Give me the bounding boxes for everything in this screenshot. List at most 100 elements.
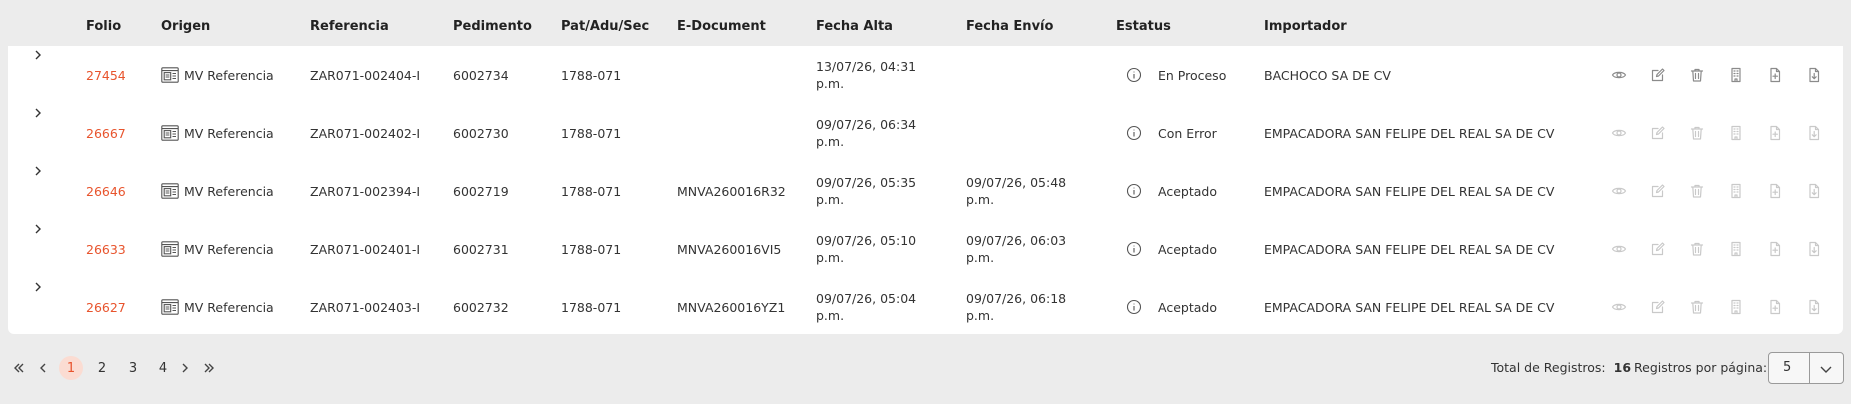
origin-cell: MV Referencia bbox=[161, 46, 274, 104]
edit-button[interactable] bbox=[1649, 66, 1667, 84]
table-row[interactable]: 27454 MV Referencia ZAR071-002404-I 600273… bbox=[8, 46, 1843, 104]
eye-icon bbox=[1611, 187, 1627, 195]
folio-link[interactable]: 26646 bbox=[86, 162, 126, 220]
header-e-document[interactable]: E-Document bbox=[677, 0, 766, 46]
file-plus-button[interactable] bbox=[1766, 182, 1784, 200]
eye-button[interactable] bbox=[1610, 182, 1628, 200]
per-page-select[interactable]: 5 bbox=[1768, 352, 1844, 384]
page-1-button[interactable]: 1 bbox=[59, 356, 83, 380]
e-document-cell: MNVA260016VI5 bbox=[677, 241, 782, 257]
status-text: Aceptado bbox=[1158, 183, 1217, 199]
fecha-envio-cell: 09/07/26, 05:48 p.m. bbox=[966, 162, 1076, 220]
trash-button[interactable] bbox=[1688, 182, 1706, 200]
table-row[interactable]: 26646 MV Referencia ZAR071-002394-I 600271… bbox=[8, 162, 1843, 220]
fecha-alta-cell: 09/07/26, 05:35 p.m. bbox=[816, 162, 926, 220]
expand-row-button[interactable] bbox=[29, 162, 47, 180]
header-estatus[interactable]: Estatus bbox=[1116, 0, 1171, 46]
file-download-button[interactable] bbox=[1805, 66, 1823, 84]
chevron-right-icon bbox=[182, 363, 188, 373]
trash-button[interactable] bbox=[1688, 66, 1706, 84]
document-window-icon bbox=[161, 67, 179, 83]
file-download-icon bbox=[1809, 67, 1820, 83]
expand-row-button[interactable] bbox=[29, 46, 47, 64]
building-button[interactable] bbox=[1727, 240, 1745, 258]
file-download-button[interactable] bbox=[1805, 182, 1823, 200]
folio-link[interactable]: 26627 bbox=[86, 278, 126, 336]
chevrons-right-icon bbox=[204, 363, 214, 373]
table-row[interactable]: 26633 MV Referencia ZAR071-002401-I 600273… bbox=[8, 220, 1843, 278]
total-records-label: Total de Registros: bbox=[1491, 360, 1606, 375]
status-text: Con Error bbox=[1158, 125, 1217, 141]
building-button[interactable] bbox=[1727, 298, 1745, 316]
eye-button[interactable] bbox=[1610, 66, 1628, 84]
header-referencia[interactable]: Referencia bbox=[310, 0, 389, 46]
edit-button[interactable] bbox=[1649, 240, 1667, 258]
referencia-cell: ZAR071-002401-I bbox=[310, 241, 421, 257]
status-cell: Aceptado bbox=[1126, 278, 1217, 336]
header-origen[interactable]: Origen bbox=[161, 0, 210, 46]
file-plus-button[interactable] bbox=[1766, 66, 1784, 84]
records-table: Folio Origen Referencia Pedimento Pat/Ad… bbox=[0, 0, 1851, 336]
file-download-button[interactable] bbox=[1805, 298, 1823, 316]
file-download-button[interactable] bbox=[1805, 240, 1823, 258]
eye-button[interactable] bbox=[1610, 240, 1628, 258]
file-plus-button[interactable] bbox=[1766, 298, 1784, 316]
importador-cell: EMPACADORA SAN FELIPE DEL REAL SA DE CV bbox=[1264, 241, 1555, 257]
trash-button[interactable] bbox=[1688, 240, 1706, 258]
folio-link[interactable]: 26667 bbox=[86, 104, 126, 162]
info-icon[interactable] bbox=[1126, 299, 1142, 315]
trash-button[interactable] bbox=[1688, 298, 1706, 316]
file-download-icon bbox=[1809, 125, 1820, 141]
chevron-down-icon[interactable] bbox=[1817, 360, 1835, 378]
info-icon[interactable] bbox=[1126, 125, 1142, 141]
origin-text: MV Referencia bbox=[184, 125, 274, 141]
expand-row-button[interactable] bbox=[29, 220, 47, 238]
info-icon[interactable] bbox=[1126, 183, 1142, 199]
origin-cell: MV Referencia bbox=[161, 220, 274, 278]
per-page-value: 5 bbox=[1783, 360, 1792, 375]
trash-button[interactable] bbox=[1688, 124, 1706, 142]
expand-row-button[interactable] bbox=[29, 104, 47, 122]
edit-button[interactable] bbox=[1649, 298, 1667, 316]
header-pat-adu-sec[interactable]: Pat/Adu/Sec bbox=[561, 0, 649, 46]
expand-row-button[interactable] bbox=[29, 278, 47, 296]
page-2-button[interactable]: 2 bbox=[90, 356, 114, 380]
pat-adu-sec-cell: 1788-071 bbox=[561, 241, 622, 257]
importador-cell: EMPACADORA SAN FELIPE DEL REAL SA DE CV bbox=[1264, 299, 1555, 315]
header-importador[interactable]: Importador bbox=[1264, 0, 1347, 46]
building-button[interactable] bbox=[1727, 66, 1745, 84]
table-row[interactable]: 26667 MV Referencia ZAR071-002402-I 600273… bbox=[8, 104, 1843, 162]
edit-button[interactable] bbox=[1649, 124, 1667, 142]
file-plus-button[interactable] bbox=[1766, 124, 1784, 142]
folio-link[interactable]: 27454 bbox=[86, 46, 126, 104]
file-download-button[interactable] bbox=[1805, 124, 1823, 142]
select-divider bbox=[1809, 353, 1810, 383]
last-page-button[interactable] bbox=[201, 356, 217, 380]
file-plus-button[interactable] bbox=[1766, 240, 1784, 258]
page-3-button[interactable]: 3 bbox=[121, 356, 145, 380]
prev-page-button[interactable] bbox=[35, 356, 51, 380]
folio-link[interactable]: 26633 bbox=[86, 220, 126, 278]
status-text: En Proceso bbox=[1158, 67, 1227, 83]
e-document-cell: MNVA260016R32 bbox=[677, 183, 786, 199]
origin-cell: MV Referencia bbox=[161, 104, 274, 162]
header-pedimento[interactable]: Pedimento bbox=[453, 0, 532, 46]
status-cell: Aceptado bbox=[1126, 162, 1217, 220]
first-page-button[interactable] bbox=[11, 356, 27, 380]
building-button[interactable] bbox=[1727, 124, 1745, 142]
header-fecha-envio[interactable]: Fecha Envío bbox=[966, 0, 1053, 46]
building-icon bbox=[1731, 67, 1741, 83]
building-button[interactable] bbox=[1727, 182, 1745, 200]
header-folio[interactable]: Folio bbox=[86, 0, 121, 46]
table-row[interactable]: 26627 MV Referencia ZAR071-002403-I 600273… bbox=[8, 278, 1843, 336]
eye-button[interactable] bbox=[1610, 298, 1628, 316]
header-fecha-alta[interactable]: Fecha Alta bbox=[816, 0, 893, 46]
fecha-alta-cell: 09/07/26, 05:04 p.m. bbox=[816, 278, 926, 336]
info-icon[interactable] bbox=[1126, 67, 1142, 83]
eye-button[interactable] bbox=[1610, 124, 1628, 142]
info-icon[interactable] bbox=[1126, 241, 1142, 257]
trash-icon bbox=[1690, 242, 1704, 256]
page-4-button[interactable]: 4 bbox=[151, 356, 175, 380]
edit-button[interactable] bbox=[1649, 182, 1667, 200]
next-page-button[interactable] bbox=[177, 356, 193, 380]
